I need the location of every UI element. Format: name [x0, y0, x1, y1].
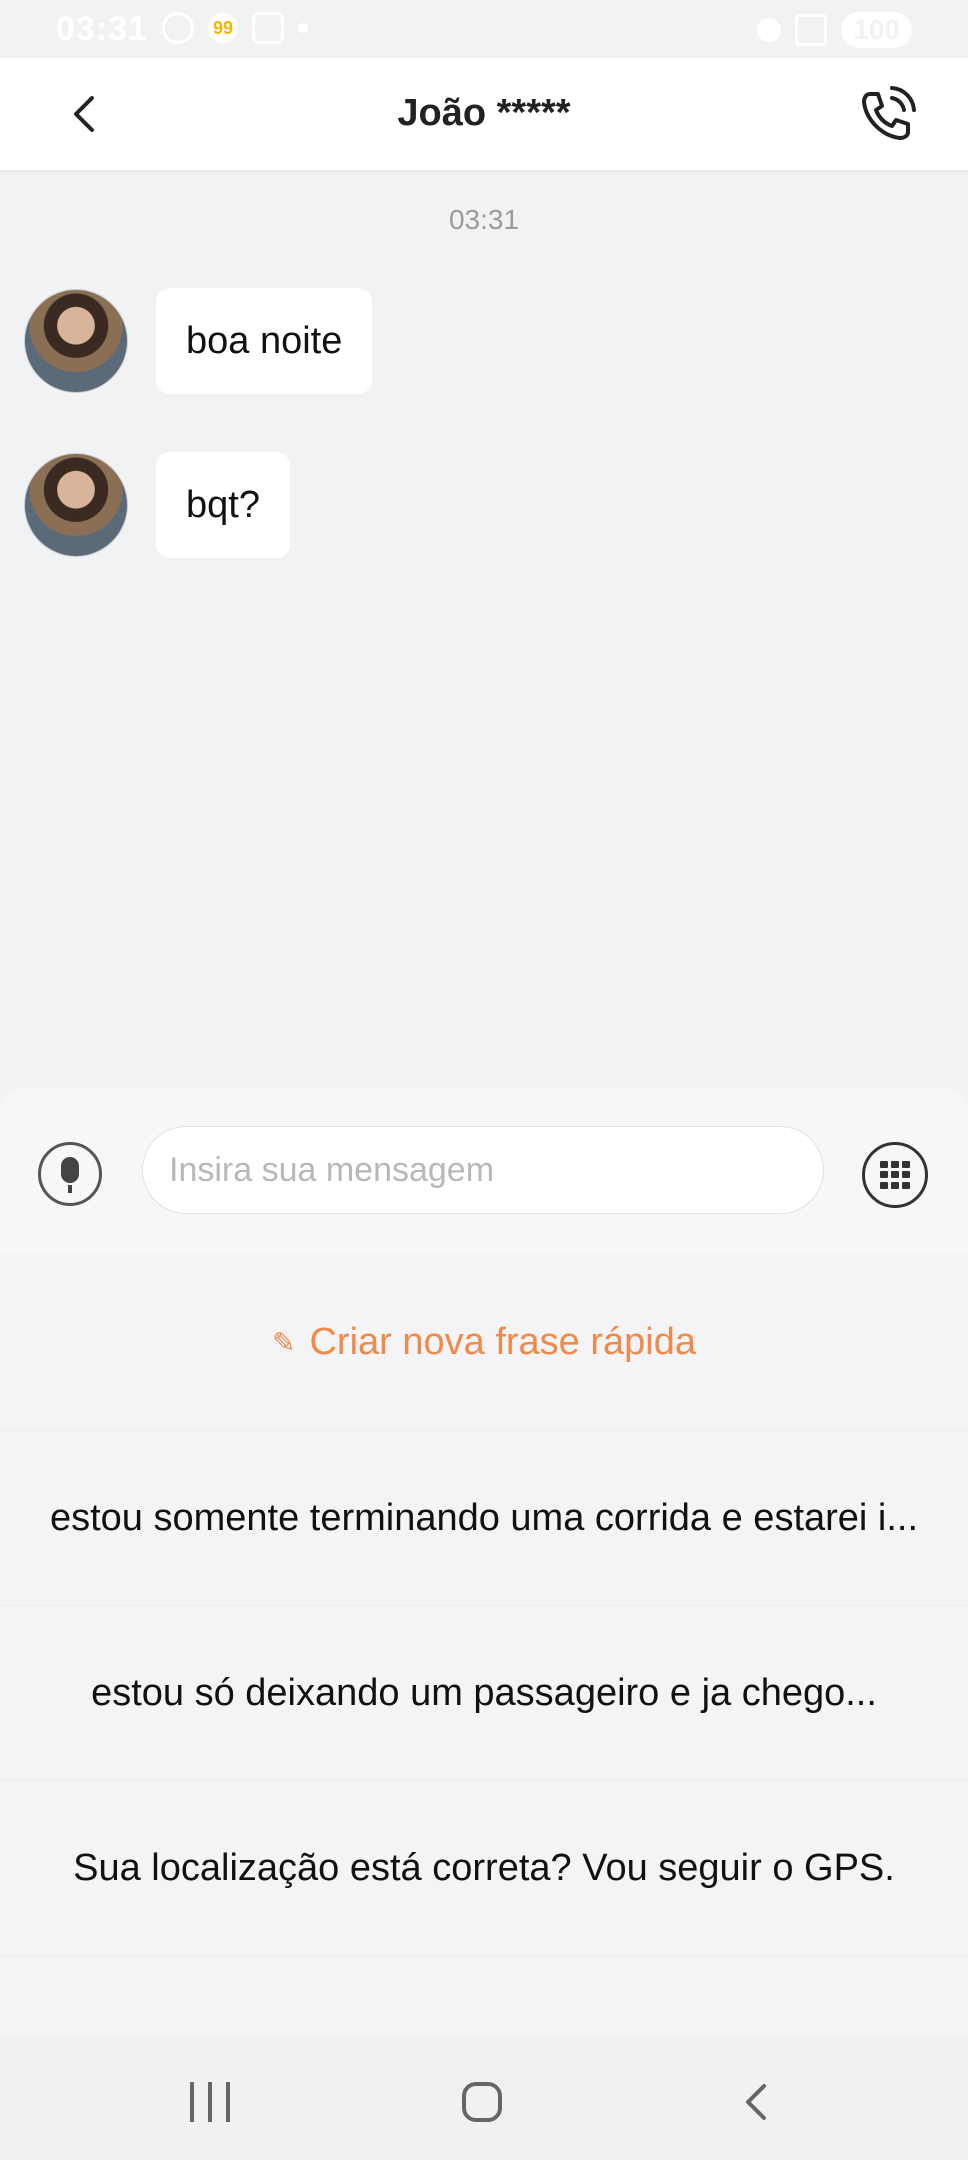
status-time: 03:31	[56, 10, 148, 48]
system-nav-bar	[0, 2038, 968, 2160]
back-icon[interactable]	[736, 2080, 776, 2124]
mic-capsule	[61, 1157, 79, 1183]
message-input[interactable]	[142, 1126, 824, 1214]
app-99-icon: 99	[208, 13, 238, 43]
message-bubble: bqt?	[156, 452, 290, 558]
create-quick-phrase-button[interactable]: ✎ Criar nova frase rápida	[0, 1254, 968, 1431]
status-bar: 03:31 99 100	[0, 0, 968, 58]
battery-icon: 100	[841, 12, 912, 48]
message-row: bqt?	[24, 452, 290, 558]
recents-icon[interactable]	[190, 2082, 230, 2122]
avatar[interactable]	[24, 453, 128, 557]
quick-phrases-panel: ✎ Criar nova frase rápida estou somente …	[0, 1254, 968, 2038]
quick-phrase-item[interactable]: Sua localização está correta? Vou seguir…	[0, 1781, 968, 1956]
pencil-icon: ✎	[272, 1326, 296, 1358]
notification-dot-icon	[298, 23, 308, 33]
quick-phrase-item[interactable]: Não consigo te ligar, por favor me ligue	[0, 1956, 968, 2038]
status-icons-right: 100	[757, 12, 912, 48]
create-quick-phrase-label: Criar nova frase rápida	[309, 1320, 696, 1363]
message-row: boa noite	[24, 288, 373, 394]
home-icon[interactable]	[462, 2082, 502, 2122]
status-icons-left: 99	[162, 12, 308, 44]
keyboard-icon[interactable]	[862, 1142, 928, 1208]
avatar[interactable]	[24, 289, 128, 393]
microphone-icon[interactable]	[38, 1142, 102, 1206]
quick-phrase-item[interactable]: estou só deixando um passageiro e ja che…	[0, 1606, 968, 1781]
contact-name: João *****	[397, 92, 571, 134]
whatsapp-icon	[162, 12, 194, 44]
message-composer	[0, 1088, 968, 1254]
quick-phrase-item[interactable]: estou somente terminando uma corrida e e…	[0, 1431, 968, 1606]
phone-call-icon[interactable]	[854, 84, 918, 148]
chat-timestamp: 03:31	[448, 204, 520, 235]
chat-header: João *****	[0, 58, 968, 170]
screenshot-icon	[252, 12, 284, 44]
message-bubble: boa noite	[156, 288, 373, 394]
location-icon	[757, 18, 782, 42]
signal-icon	[795, 14, 828, 46]
mic-stand	[68, 1185, 72, 1193]
